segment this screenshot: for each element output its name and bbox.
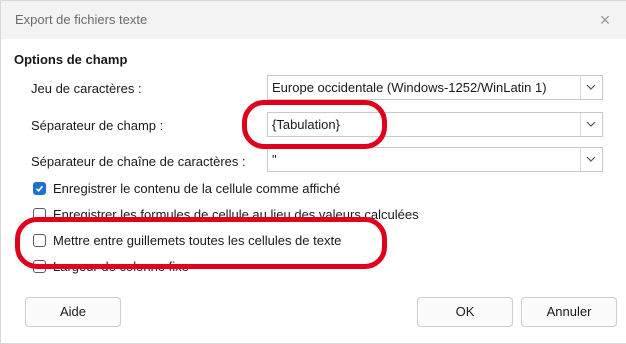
close-icon[interactable]: ×: [592, 7, 618, 33]
string-delimiter-label: Séparateur de chaîne de caractères :: [31, 154, 246, 169]
highlight-ring-quote-text: [15, 217, 387, 269]
cancel-button[interactable]: Annuler: [521, 297, 617, 327]
chevron-down-icon: [586, 156, 596, 162]
field-separator-dropdown-button[interactable]: [580, 113, 602, 136]
charset-label: Jeu de caractères :: [31, 81, 142, 96]
chevron-down-icon: [586, 84, 596, 90]
ok-button[interactable]: OK: [417, 297, 513, 327]
title-bar: Export de fichiers texte ×: [1, 1, 626, 39]
chevron-down-icon: [586, 121, 596, 127]
string-delimiter-value: ": [272, 152, 277, 167]
highlight-ring-field-separator: [242, 100, 387, 149]
save-as-shown-label: Enregistrer le contenu de la cellule com…: [53, 181, 341, 196]
dialog-title: Export de fichiers texte: [15, 12, 148, 27]
charset-select[interactable]: Europe occidentale (Windows-1252/WinLati…: [267, 75, 603, 100]
field-separator-label: Séparateur de champ :: [31, 118, 164, 133]
help-button[interactable]: Aide: [25, 297, 121, 327]
string-delimiter-dropdown-button[interactable]: [580, 148, 602, 171]
string-delimiter-select[interactable]: ": [267, 147, 603, 172]
save-as-shown-checkbox[interactable]: [33, 182, 46, 195]
charset-value: Europe occidentale (Windows-1252/WinLati…: [272, 80, 547, 95]
charset-dropdown-button[interactable]: [580, 76, 602, 99]
export-text-dialog: Export de fichiers texte × Options de ch…: [0, 0, 626, 344]
section-title: Options de champ: [14, 52, 128, 67]
checkmark-icon: [35, 185, 44, 192]
